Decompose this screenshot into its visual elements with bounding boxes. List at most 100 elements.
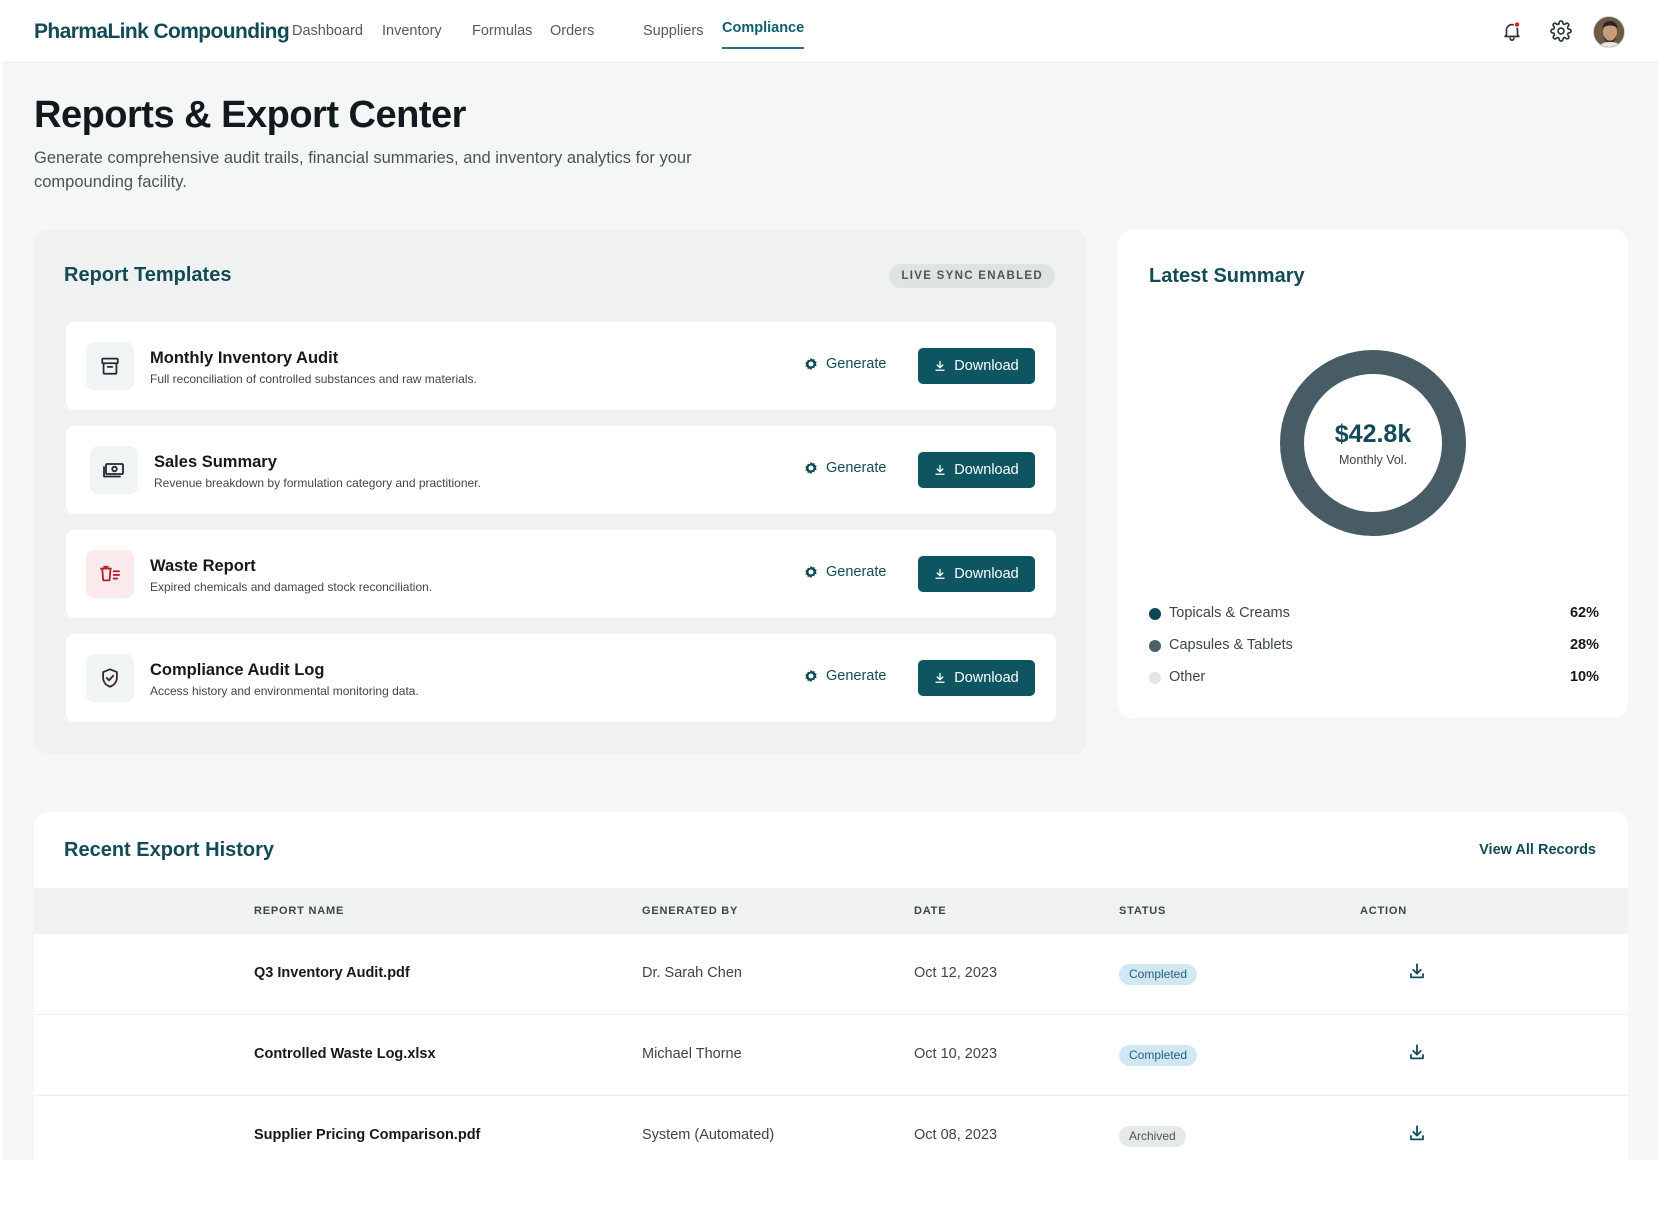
row-download-button[interactable] bbox=[1405, 1121, 1429, 1145]
template-name: Waste Report bbox=[150, 557, 256, 575]
export-history-panel: Recent Export History View All Records R… bbox=[34, 812, 1628, 1160]
donut-total-value: $42.8k bbox=[1334, 420, 1412, 448]
report-templates-title: Report Templates bbox=[64, 264, 232, 286]
legend-item-capsules: Capsules & Tablets 28% bbox=[1149, 636, 1599, 656]
column-header-date: DATE bbox=[914, 905, 947, 917]
download-icon bbox=[1410, 963, 1424, 979]
download-button[interactable]: Download bbox=[918, 556, 1035, 592]
download-icon bbox=[935, 360, 945, 371]
column-header-report-name: REPORT NAME bbox=[254, 905, 345, 917]
legend-swatch bbox=[1149, 608, 1161, 620]
column-header-action: ACTION bbox=[1360, 905, 1407, 917]
nav-formulas[interactable]: Formulas bbox=[472, 23, 532, 39]
gear-icon bbox=[1550, 20, 1572, 42]
download-icon bbox=[1410, 1125, 1424, 1141]
date-cell: Oct 10, 2023 bbox=[914, 1046, 998, 1062]
cog-icon bbox=[805, 669, 817, 683]
download-icon bbox=[935, 568, 945, 579]
legend-percent: 28% bbox=[1569, 637, 1599, 653]
legend-label: Other bbox=[1169, 669, 1206, 685]
donut-total-label: Monthly Vol. bbox=[1338, 453, 1408, 467]
generate-label: Generate bbox=[826, 564, 887, 580]
generate-button[interactable]: Generate bbox=[804, 668, 886, 684]
latest-summary-title: Latest Summary bbox=[1149, 265, 1305, 287]
template-name: Sales Summary bbox=[154, 453, 277, 471]
latest-summary-panel: Latest Summary $42.8k Monthly Vol. Topic… bbox=[1118, 230, 1628, 718]
status-badge: Completed bbox=[1119, 964, 1198, 985]
generate-button[interactable]: Generate bbox=[804, 564, 886, 580]
template-card-sales-summary: Sales Summary Revenue breakdown by formu… bbox=[66, 426, 1056, 514]
volume-donut-chart: $42.8k Monthly Vol. bbox=[1279, 349, 1467, 537]
report-templates-panel: Report Templates LIVE SYNC ENABLED Month… bbox=[34, 230, 1087, 754]
live-sync-badge: LIVE SYNC ENABLED bbox=[889, 264, 1055, 288]
download-button[interactable]: Download bbox=[918, 348, 1035, 384]
nav-compliance[interactable]: Compliance bbox=[722, 20, 805, 49]
user-avatar[interactable] bbox=[1593, 16, 1625, 48]
template-card-compliance-audit-log: Compliance Audit Log Access history and … bbox=[66, 634, 1056, 722]
column-header-generated-by: GENERATED BY bbox=[642, 905, 739, 917]
generated-by-cell: Dr. Sarah Chen bbox=[642, 965, 742, 981]
legend-swatch bbox=[1149, 640, 1161, 652]
generate-button[interactable]: Generate bbox=[804, 460, 886, 476]
table-row: Q3 Inventory Audit.pdf Dr. Sarah Chen Oc… bbox=[34, 934, 1628, 1015]
nav-dashboard[interactable]: Dashboard bbox=[292, 23, 363, 39]
settings-button[interactable] bbox=[1546, 16, 1576, 46]
legend-swatch bbox=[1149, 672, 1161, 684]
date-cell: Oct 12, 2023 bbox=[914, 965, 998, 981]
generated-by-cell: Michael Thorne bbox=[642, 1046, 742, 1062]
page-title: Reports & Export Center bbox=[34, 94, 466, 136]
template-description: Expired chemicals and damaged stock reco… bbox=[150, 580, 433, 594]
row-download-button[interactable] bbox=[1405, 1040, 1429, 1064]
template-description: Full reconciliation of controlled substa… bbox=[150, 372, 477, 386]
nav-inventory[interactable]: Inventory bbox=[382, 23, 442, 39]
legend-item-other: Other 10% bbox=[1149, 668, 1599, 688]
generate-label: Generate bbox=[826, 668, 887, 684]
report-name-cell: Supplier Pricing Comparison.pdf bbox=[254, 1127, 481, 1143]
cog-icon bbox=[805, 461, 817, 475]
history-table-header: REPORT NAME GENERATED BY DATE STATUS ACT… bbox=[34, 888, 1628, 934]
download-button[interactable]: Download bbox=[918, 660, 1035, 696]
download-icon bbox=[1410, 1044, 1424, 1060]
template-card-monthly-inventory-audit: Monthly Inventory Audit Full reconciliat… bbox=[66, 322, 1056, 410]
date-cell: Oct 08, 2023 bbox=[914, 1127, 998, 1143]
status-badge: Completed bbox=[1119, 1045, 1198, 1066]
download-button[interactable]: Download bbox=[918, 452, 1035, 488]
generate-label: Generate bbox=[826, 356, 887, 372]
template-name: Monthly Inventory Audit bbox=[150, 349, 339, 367]
download-label: Download bbox=[954, 670, 1019, 686]
cog-icon bbox=[805, 357, 817, 371]
top-navbar: PharmaLink Compounding Dashboard Invento… bbox=[2, 0, 1658, 63]
bell-icon bbox=[1504, 21, 1521, 41]
generate-button[interactable]: Generate bbox=[804, 356, 886, 372]
nav-orders[interactable]: Orders bbox=[550, 23, 594, 39]
legend-label: Capsules & Tablets bbox=[1169, 637, 1293, 653]
legend-label: Topicals & Creams bbox=[1169, 605, 1290, 621]
notifications-button[interactable] bbox=[1497, 16, 1527, 46]
cash-icon bbox=[90, 446, 138, 494]
download-label: Download bbox=[954, 358, 1019, 374]
row-download-button[interactable] bbox=[1405, 959, 1429, 983]
view-all-records-link[interactable]: View All Records bbox=[1479, 842, 1596, 858]
waste-bin-icon bbox=[86, 550, 134, 598]
template-card-waste-report: Waste Report Expired chemicals and damag… bbox=[66, 530, 1056, 618]
table-row: Controlled Waste Log.xlsx Michael Thorne… bbox=[34, 1015, 1628, 1096]
user-photo-icon bbox=[1594, 17, 1624, 47]
template-description: Revenue breakdown by formulation categor… bbox=[154, 476, 481, 490]
table-row: Supplier Pricing Comparison.pdf System (… bbox=[34, 1096, 1628, 1160]
template-name: Compliance Audit Log bbox=[150, 661, 325, 679]
cog-icon bbox=[805, 565, 817, 579]
generated-by-cell: System (Automated) bbox=[642, 1127, 775, 1143]
generate-label: Generate bbox=[826, 460, 887, 476]
status-badge: Archived bbox=[1119, 1126, 1186, 1147]
template-description: Access history and environmental monitor… bbox=[150, 684, 419, 698]
archive-box-icon bbox=[86, 342, 134, 390]
legend-percent: 62% bbox=[1569, 605, 1599, 621]
download-icon bbox=[935, 464, 945, 475]
nav-suppliers[interactable]: Suppliers bbox=[643, 23, 703, 39]
brand-logo[interactable]: PharmaLink Compounding bbox=[34, 20, 290, 44]
shield-check-icon bbox=[86, 654, 134, 702]
legend-percent: 10% bbox=[1569, 669, 1599, 685]
report-name-cell: Controlled Waste Log.xlsx bbox=[254, 1046, 436, 1062]
download-icon bbox=[935, 672, 945, 683]
download-label: Download bbox=[954, 462, 1019, 478]
